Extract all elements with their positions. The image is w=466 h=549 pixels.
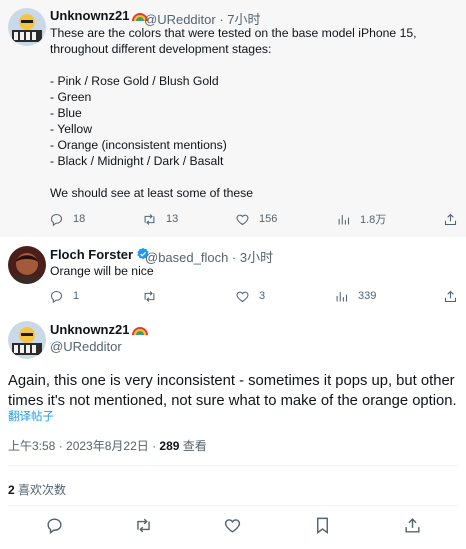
reply-icon	[50, 290, 63, 303]
retweet-button[interactable]: 13	[142, 209, 178, 229]
tweet-body: Again, this one is very inconsistent - s…	[8, 373, 457, 409]
share-icon	[444, 213, 457, 225]
like-count: 3	[259, 290, 266, 302]
like-icon	[224, 519, 241, 533]
author-name[interactable]: Unknownz21	[50, 8, 149, 25]
divider	[8, 465, 458, 466]
reply-button[interactable]: 18	[49, 209, 85, 229]
retweet-button[interactable]	[142, 286, 166, 306]
bookmark-icon	[317, 517, 328, 535]
share-icon	[405, 518, 420, 533]
bookmark-button[interactable]	[313, 516, 333, 536]
post-timestamp: 上午3:58 · 2023年8月22日 · 289 查看	[8, 437, 207, 454]
reply-icon	[47, 518, 62, 535]
views-icon	[336, 291, 348, 301]
reply-count: 1	[73, 290, 80, 302]
author-name[interactable]: Unknownz21	[50, 322, 149, 339]
author-handle[interactable]: @URedditor	[50, 339, 122, 354]
tweet-body: Orange will be nice	[50, 264, 154, 278]
like-button[interactable]	[223, 516, 243, 536]
likes-summary[interactable]: 2 喜欢次数	[8, 481, 66, 498]
divider	[8, 505, 458, 506]
action-bar: 18 13 156 1.8万	[0, 209, 466, 229]
share-button[interactable]	[443, 286, 458, 306]
views-icon	[338, 214, 350, 224]
translate-post-link[interactable]: 翻译帖子	[8, 408, 54, 424]
rainbow-emoji	[132, 322, 149, 339]
share-icon	[444, 290, 457, 302]
avatar[interactable]	[8, 321, 46, 359]
retweet-icon	[137, 518, 150, 533]
like-icon	[236, 214, 249, 225]
author-name[interactable]: Floch Forster	[50, 247, 150, 264]
views-button[interactable]: 1.8万	[336, 209, 386, 229]
avatar[interactable]	[8, 8, 46, 46]
retweet-icon	[144, 213, 155, 225]
retweet-count: 13	[166, 213, 179, 225]
like-icon	[236, 291, 249, 302]
tweet-card-2[interactable]: Floch Forster @based_floch · 3小时 Orange …	[0, 237, 466, 311]
like-count: 156	[259, 213, 278, 225]
focused-action-bar	[0, 516, 466, 538]
action-bar: 1 3 339	[0, 286, 466, 306]
view-count: 289	[159, 439, 180, 453]
like-button[interactable]: 3	[235, 286, 265, 306]
post-time[interactable]: 3小时	[240, 250, 273, 265]
like-button[interactable]: 156	[235, 209, 277, 229]
share-button[interactable]	[443, 209, 458, 229]
reply-count: 18	[73, 213, 86, 225]
tweet-body: These are the colors that were tested on…	[50, 26, 417, 200]
timestamp-text[interactable]: 上午3:58 · 2023年8月22日 ·	[8, 439, 159, 453]
tweet-card-1[interactable]: Unknownz21 @URedditor · 7小时 These are th…	[0, 0, 466, 237]
reply-button[interactable]	[45, 516, 65, 536]
author-handle[interactable]: @based_floch	[145, 250, 228, 265]
views-count: 339	[358, 290, 377, 302]
share-button[interactable]	[403, 516, 423, 536]
reply-button[interactable]: 1	[49, 286, 79, 306]
views-count: 1.8万	[360, 214, 387, 226]
view-label: 查看	[179, 439, 207, 453]
like-total: 2	[8, 483, 15, 497]
retweet-button[interactable]	[134, 516, 154, 536]
like-total-label: 喜欢次数	[14, 483, 67, 497]
reply-icon	[50, 213, 63, 226]
retweet-icon	[144, 290, 155, 302]
author-meta: @based_floch · 3小时	[145, 250, 274, 265]
views-button[interactable]: 339	[334, 286, 376, 306]
avatar[interactable]	[8, 246, 46, 284]
